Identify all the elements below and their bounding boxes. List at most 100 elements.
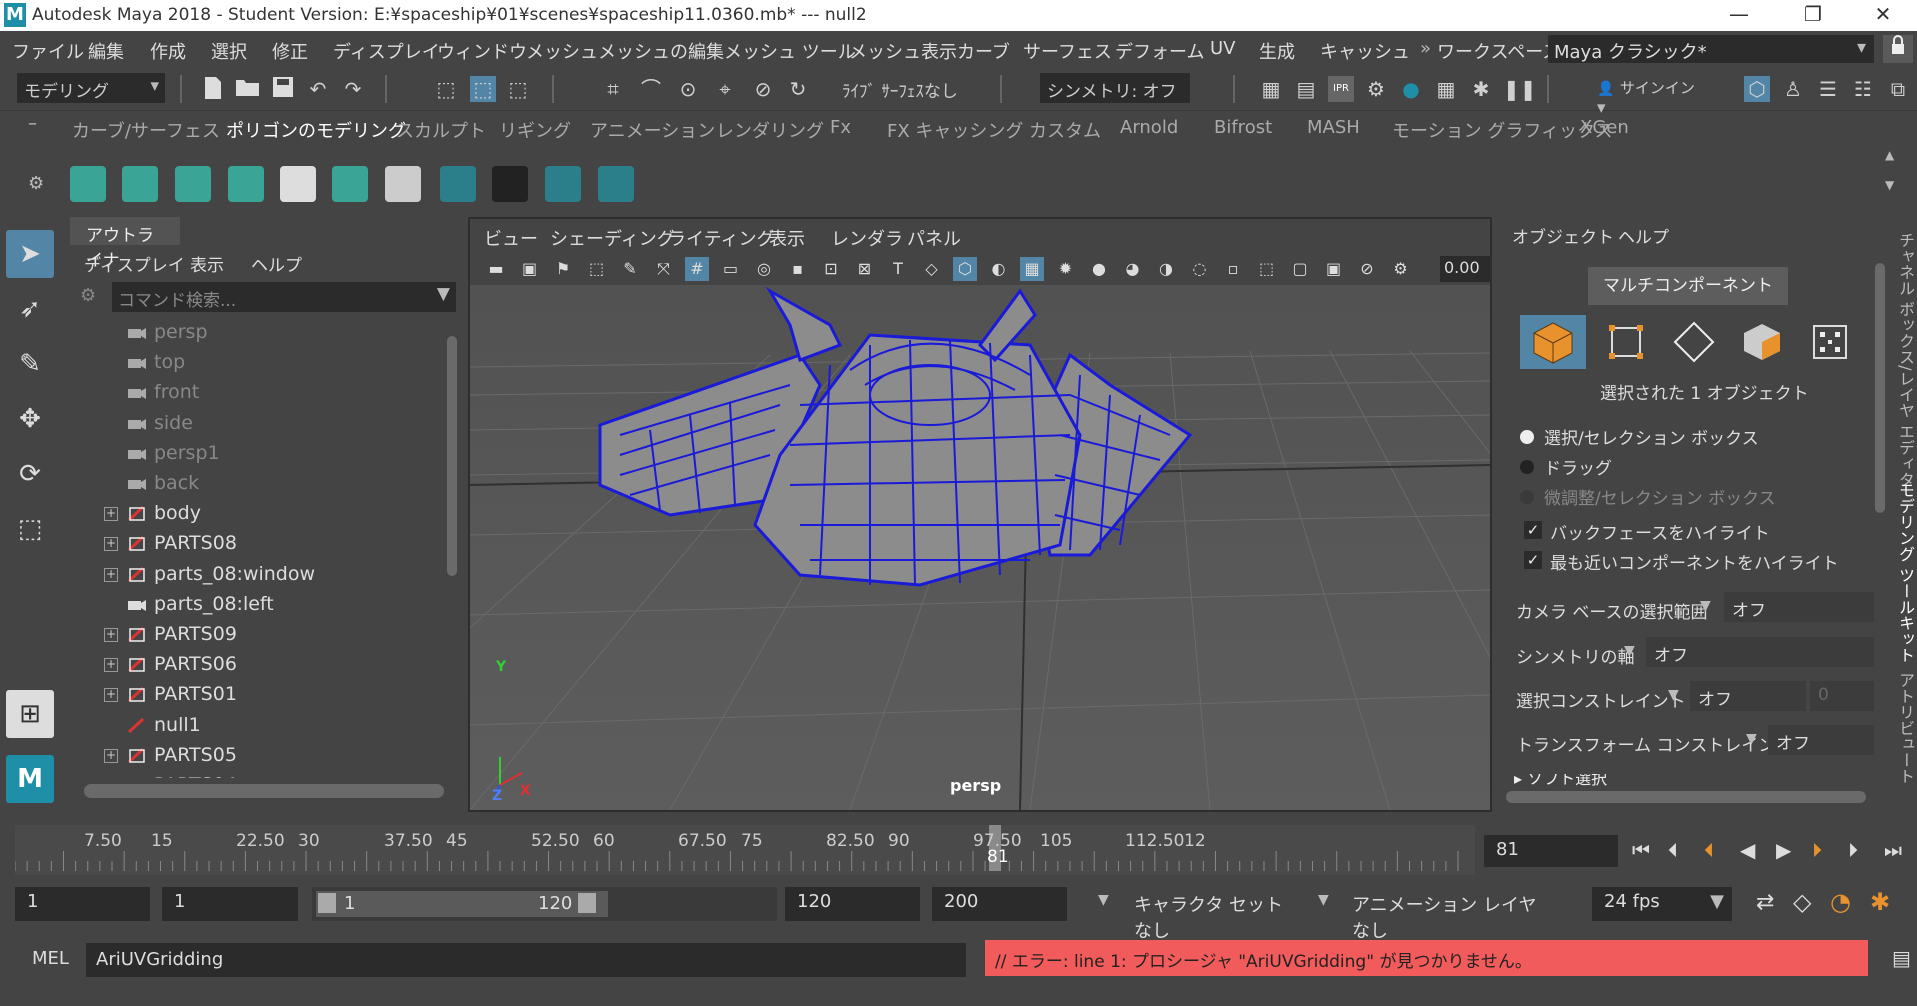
outliner-menu-help[interactable]: ヘルプ	[251, 251, 302, 276]
menu-uv[interactable]: UV	[1210, 38, 1236, 59]
wireframe-on-shaded-icon[interactable]: ◐	[987, 257, 1011, 281]
bridge-icon[interactable]	[122, 166, 158, 202]
extrude-icon[interactable]	[70, 166, 106, 202]
auto-key-icon[interactable]: ◇	[1793, 888, 1811, 916]
shelf-tab-bifrost[interactable]: Bifrost	[1214, 117, 1272, 138]
side-tab-channel-box[interactable]: チャネル ボックス/レイヤ エディタ	[1894, 232, 1917, 488]
grease-pencil-icon[interactable]: ✎	[618, 257, 642, 281]
side-tab-modeling-toolkit[interactable]: モデリング ツールキット	[1894, 482, 1917, 663]
shadows-icon[interactable]: ●	[1087, 257, 1111, 281]
snap-grid-icon[interactable]: ⌗	[600, 76, 626, 102]
minimize-button[interactable]: —	[1709, 0, 1769, 31]
checkbox-nearest[interactable]: ✓	[1524, 551, 1542, 569]
outliner-row[interactable]: + PARTS08	[70, 529, 444, 559]
multi-cut-icon[interactable]	[280, 166, 316, 202]
anim-layer-dropdown[interactable]: アニメーション レイヤなし	[1340, 887, 1560, 942]
command-input[interactable]: AriUVGridding	[86, 943, 966, 977]
menu-windows[interactable]: ウィンドウ	[437, 38, 527, 64]
shelf-settings-icon[interactable]: ⚙	[28, 173, 44, 194]
range-end-handle[interactable]	[578, 893, 596, 913]
menu-modify[interactable]: 修正	[272, 38, 308, 64]
select-constraint-value[interactable]: オフ	[1690, 681, 1806, 711]
menu-surfaces[interactable]: サーフェス	[1023, 38, 1112, 64]
lock-icon[interactable]	[1883, 35, 1913, 63]
filter-icon[interactable]: ⚙	[80, 285, 104, 309]
menu-mesh-display[interactable]: メッシュ表示	[849, 38, 957, 64]
lasso-tool-icon[interactable]: ➶	[6, 285, 54, 333]
play-forward-icon[interactable]: ▶	[1776, 838, 1791, 862]
render-setup-icon[interactable]: ▦	[1433, 76, 1459, 102]
checkbox-backface[interactable]: ✓	[1524, 521, 1542, 539]
outliner-scrollbar[interactable]	[444, 318, 460, 778]
fps-dropdown[interactable]: 24 fps ▼	[1592, 887, 1732, 921]
outliner-tab[interactable]: アウトライナ	[70, 217, 180, 271]
expand-icon[interactable]: +	[104, 748, 118, 763]
tool-settings-icon[interactable]: ☷	[1850, 76, 1876, 102]
range-slider[interactable]: 1 120	[312, 887, 777, 921]
menu-edit[interactable]: 編集	[88, 38, 124, 64]
vertex-mode-icon[interactable]	[1604, 320, 1648, 364]
uv-mode-icon[interactable]	[1808, 320, 1852, 364]
vp-menu-panels[interactable]: パネル	[907, 225, 961, 251]
gate-mask-icon[interactable]: ▪	[786, 257, 810, 281]
screen-space-ao-icon[interactable]: ◕	[1121, 257, 1145, 281]
current-frame-field[interactable]: 81	[1484, 835, 1618, 867]
shelf-tab-mash[interactable]: MASH	[1307, 117, 1360, 138]
render-settings-icon[interactable]: ⚙	[1363, 76, 1389, 102]
exposure-icon[interactable]: ⚙	[1389, 257, 1413, 281]
outliner-hscrollbar[interactable]	[84, 784, 444, 798]
viewport-scene[interactable]: Y Z X persp	[470, 285, 1490, 810]
expand-icon[interactable]: +	[104, 658, 118, 673]
open-scene-icon[interactable]	[235, 76, 261, 102]
menu-deform[interactable]: デフォーム	[1115, 38, 1204, 64]
step-back-icon[interactable]: ⏴	[1668, 838, 1678, 862]
outliner-row[interactable]: front	[70, 378, 444, 408]
object-mode-button[interactable]	[1520, 315, 1586, 369]
outliner-row[interactable]: back	[70, 469, 444, 499]
target-weld-icon[interactable]	[332, 166, 368, 202]
move-tool-icon[interactable]: ✥	[6, 395, 54, 443]
vp-menu-shading[interactable]: シェーディング	[550, 225, 675, 251]
outliner-search-input[interactable]: コマンド検索... ▼	[112, 282, 456, 312]
bookmark-icon[interactable]: ⚑	[551, 257, 575, 281]
workspace-dropdown[interactable]: Maya クラシック* ▾	[1548, 35, 1874, 63]
scale-tool-icon[interactable]: ⬚	[6, 505, 54, 553]
viewport-panel[interactable]: ビュー シェーディング ライティング 表示 レンダラ パネル ▬ ▣ ⚑ ⬚ ✎ ⤧ # ▭ ◎…	[468, 217, 1492, 812]
vp-menu-lighting[interactable]: ライティング	[668, 225, 775, 251]
outliner-row[interactable]: side	[70, 409, 444, 439]
outliner-row[interactable]: null1	[70, 711, 444, 741]
modeling-toolkit-toggle-icon[interactable]: ⬡	[1744, 76, 1770, 102]
snap-curve-icon[interactable]: ⌒	[638, 76, 664, 102]
ipr-render-icon[interactable]: IPR	[1328, 76, 1354, 102]
shelf-tab-fx[interactable]: Fx	[830, 117, 851, 138]
snap-view-plane-icon[interactable]: ⌖	[712, 76, 738, 102]
symmetry-axis-value[interactable]: オフ	[1646, 637, 1884, 667]
radio-drag[interactable]	[1520, 460, 1534, 474]
shelf-tab-fx-caching[interactable]: FX キャッシング	[887, 117, 1023, 143]
menu-cache[interactable]: キャッシュ	[1320, 38, 1410, 64]
outliner-row[interactable]: + PARTS06	[70, 650, 444, 680]
go-to-start-icon[interactable]: ⏮	[1632, 838, 1650, 862]
xray-icon[interactable]: ▢	[1288, 257, 1312, 281]
xray-joints-icon[interactable]: ▣	[1322, 257, 1346, 281]
2d-pan-icon[interactable]: ⤧	[652, 257, 676, 281]
image-plane-icon[interactable]: ⬚	[585, 257, 609, 281]
isolate-select-icon[interactable]: ⬚	[1255, 257, 1279, 281]
restore-button[interactable]: ❐	[1783, 0, 1843, 31]
outliner-row[interactable]: + parts_08:window	[70, 560, 444, 590]
field-chart-icon[interactable]: ⊡	[819, 257, 843, 281]
expand-icon[interactable]: +	[104, 628, 118, 642]
menu-create[interactable]: 作成	[150, 38, 186, 64]
mtk-vscrollbar[interactable]	[1874, 253, 1886, 763]
append-polygon-icon[interactable]	[228, 166, 264, 202]
outliner-menu-show[interactable]: 表示	[190, 251, 224, 276]
paint-select-tool-icon[interactable]: ✎	[6, 340, 54, 388]
snap-menu-icon[interactable]: ↻	[785, 76, 811, 102]
outliner-row[interactable]: parts_08:left	[70, 590, 444, 620]
camera-select-icon[interactable]: ▬	[484, 257, 508, 281]
select-tool-icon[interactable]: ➤	[6, 230, 54, 278]
menu-mesh[interactable]: メッシュ	[526, 38, 598, 64]
outliner-row[interactable]: + PARTS09	[70, 620, 444, 650]
hypershade-icon[interactable]: ●	[1398, 76, 1424, 102]
select-hierarchy-icon[interactable]: ⬚	[433, 76, 459, 102]
